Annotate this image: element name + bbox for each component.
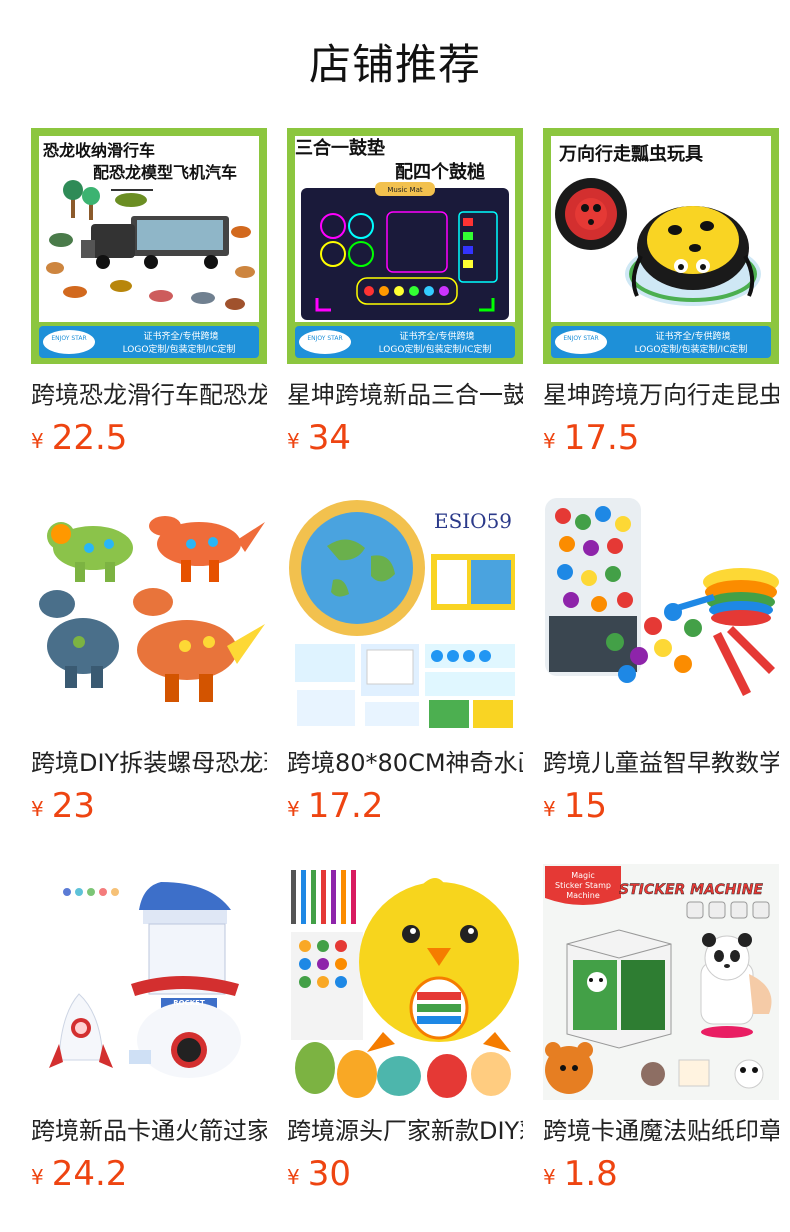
price-value: 22.5 [51,418,128,458]
currency-symbol: ¥ [543,1165,556,1189]
svg-text:万向行走瓢虫玩具: 万向行走瓢虫玩具 [558,143,703,165]
price-value: 23 [51,786,95,826]
product-name[interactable]: 跨境源头厂家新款DIY彩蛋玩具 [287,1114,523,1148]
product-name[interactable]: 跨境新品卡通火箭过家家玩具 [31,1114,267,1148]
product-card[interactable]: 跨境源头厂家新款DIY彩蛋玩具 ¥30 [287,864,523,1232]
product-price: ¥30 [287,1154,523,1194]
svg-text:证书齐全/专供跨境: 证书齐全/专供跨境 [143,330,218,342]
price-value: 34 [307,418,351,458]
price-value: 1.8 [563,1154,618,1194]
product-image[interactable]: 三合一鼓垫 配四个鼓槌 Music Mat ENJOY STAR 证书齐全/专供… [287,128,523,364]
product-price: ¥24.2 [31,1154,267,1194]
svg-text:配四个鼓槌: 配四个鼓槌 [395,161,485,183]
product-name[interactable]: 跨境恐龙滑行车配恐龙模型飞机汽车 [31,378,267,412]
product-card[interactable]: ROCKET 跨境新品卡通火箭过家家玩具 ¥24.2 [31,864,267,1232]
svg-text:ESIO59: ESIO59 [434,509,512,533]
product-card[interactable]: Magic Sticker Stamp Machine STICKER MACH… [543,864,779,1232]
product-card[interactable]: 恐龙收纳滑行车 配恐龙模型飞机汽车 ENJOY STAR 证书齐全/专供跨境 L… [31,128,267,496]
product-card[interactable]: 跨境儿童益智早教数学玩具 ¥15 [543,496,779,864]
svg-text:ENJOY STAR: ENJOY STAR [51,335,86,342]
product-price: ¥17.2 [287,786,523,826]
product-price: ¥34 [287,418,523,458]
svg-text:三合一鼓垫: 三合一鼓垫 [295,137,385,159]
svg-text:ENJOY STAR: ENJOY STAR [563,335,598,342]
svg-text:STICKER MACHINE: STICKER MACHINE [619,882,763,898]
product-card[interactable]: 跨境DIY拆装螺母恐龙玩具 ¥23 [31,496,267,864]
product-image[interactable]: 恐龙收纳滑行车 配恐龙模型飞机汽车 ENJOY STAR 证书齐全/专供跨境 L… [31,128,267,364]
product-image[interactable]: Magic Sticker Stamp Machine STICKER MACH… [543,864,779,1100]
svg-text:Music Mat: Music Mat [387,186,422,194]
product-price: ¥23 [31,786,267,826]
svg-text:Sticker Stamp: Sticker Stamp [555,881,611,890]
svg-text:ENJOY STAR: ENJOY STAR [307,335,342,342]
product-name[interactable]: 跨境DIY拆装螺母恐龙玩具 [31,746,267,780]
product-price: ¥22.5 [31,418,267,458]
currency-symbol: ¥ [543,429,556,453]
product-image[interactable] [543,496,779,732]
product-image[interactable]: 万向行走瓢虫玩具 ENJOY STAR 证书齐全/专供跨境 LOGO定制/包装定… [543,128,779,364]
currency-symbol: ¥ [31,429,44,453]
product-price: ¥17.5 [543,418,779,458]
product-name[interactable]: 跨境儿童益智早教数学玩具 [543,746,779,780]
price-value: 24.2 [51,1154,128,1194]
shop-recommendation-page: 店铺推荐 恐龙收纳滑行车 配恐龙模型飞机汽车 ENJOY STAR 证书齐全/专… [0,0,790,1232]
product-grid: 恐龙收纳滑行车 配恐龙模型飞机汽车 ENJOY STAR 证书齐全/专供跨境 L… [31,128,781,1232]
product-image[interactable] [31,496,267,732]
product-name[interactable]: 跨境80*80CM神奇水画布 [287,746,523,780]
product-name[interactable]: 星坤跨境万向行走昆虫玩具 [543,378,779,412]
svg-text:证书齐全/专供跨境: 证书齐全/专供跨境 [655,330,730,342]
product-name[interactable]: 跨境卡通魔法贴纸印章机 [543,1114,779,1148]
price-value: 30 [307,1154,351,1194]
svg-text:LOGO定制/包装定制/IC定制: LOGO定制/包装定制/IC定制 [123,343,236,355]
product-price: ¥1.8 [543,1154,779,1194]
product-card[interactable]: ESIO59 跨境80*80CM神奇水 ¥ 17.2 [287,496,523,864]
currency-symbol: ¥ [543,797,556,821]
product-image[interactable] [287,864,523,1100]
product-image[interactable]: ROCKET [31,864,267,1100]
product-card[interactable]: 三合一鼓垫 配四个鼓槌 Music Mat ENJOY STAR 证书齐全/专供… [287,128,523,496]
svg-text:LOGO定制/包装定制/IC定制: LOGO定制/包装定制/IC定制 [635,343,748,355]
section-title: 店铺推荐 [308,40,481,89]
currency-symbol: ¥ [287,1165,300,1189]
currency-symbol: ¥ [287,797,300,821]
product-image[interactable]: ESIO59 [287,496,523,732]
price-value: 17.5 [563,418,640,458]
svg-text:配恐龙模型飞机汽车: 配恐龙模型飞机汽车 [93,163,237,182]
svg-text:Machine: Machine [566,891,600,900]
svg-text:恐龙收纳滑行车: 恐龙收纳滑行车 [43,141,155,160]
price-value: 17.2 [307,786,384,826]
product-card[interactable]: 万向行走瓢虫玩具 ENJOY STAR 证书齐全/专供跨境 LOGO定制/包装定… [543,128,779,496]
currency-symbol: ¥ [287,429,300,453]
svg-text:证书齐全/专供跨境: 证书齐全/专供跨境 [399,330,474,342]
svg-text:Magic: Magic [571,871,595,880]
currency-symbol: ¥ [31,797,44,821]
product-price: ¥15 [543,786,779,826]
svg-text:LOGO定制/包装定制/IC定制: LOGO定制/包装定制/IC定制 [379,343,492,355]
product-name[interactable]: 星坤跨境新品三合一鼓垫配四个鼓槌 [287,378,523,412]
svg-text:ROCKET: ROCKET [173,999,205,1007]
currency-symbol: ¥ [31,1165,44,1189]
price-value: 15 [563,786,607,826]
